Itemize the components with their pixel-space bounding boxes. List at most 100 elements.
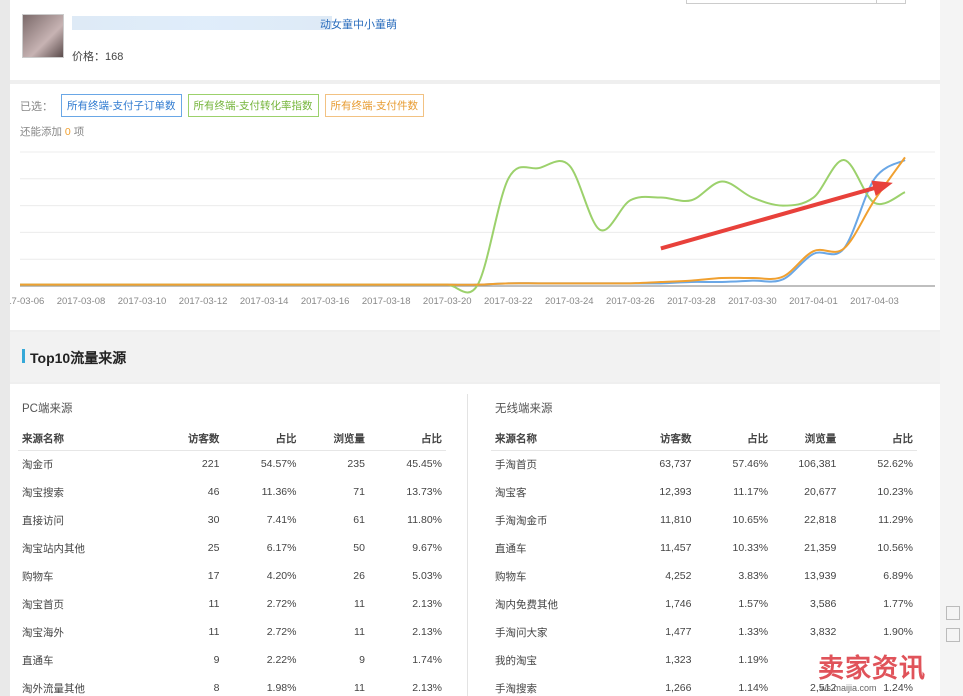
- table-cell: 直接访问: [22, 514, 64, 527]
- table-cell: 1.57%: [738, 598, 769, 610]
- selected-label: 已选：: [20, 100, 53, 113]
- table-cell: 4.20%: [266, 570, 297, 582]
- metric-tag-conversion[interactable]: 所有终端-支付转化率指数: [187, 94, 319, 117]
- annotation-arrow-shaft: [660, 184, 880, 251]
- table-cell: 10.56%: [877, 542, 913, 554]
- top-search-input[interactable]: [686, 0, 906, 4]
- mobile-header-2: 占比: [695, 428, 773, 451]
- table-cell: 购物车: [22, 570, 54, 583]
- table-row: 淘宝首页 11 2.72% 11 2.13%: [18, 590, 446, 618]
- product-price: 价格：168: [72, 51, 124, 63]
- selected-metrics: 已选： 所有终端-支付子订单数 所有终端-支付转化率指数 所有终端-支付件数: [20, 94, 424, 117]
- table-cell: 30: [207, 514, 220, 526]
- mobile-header-4: 占比: [840, 428, 917, 451]
- table-cell: 2.13%: [412, 598, 442, 610]
- table-cell: 2.72%: [266, 626, 297, 638]
- square-icon[interactable]: [946, 628, 960, 642]
- table-cell: 4,252: [665, 570, 692, 582]
- product-title-link[interactable]: 动女童中小童萌: [320, 16, 397, 32]
- table-row: 淘宝站内其他 25 6.17% 50 9.67%: [18, 534, 446, 562]
- table-row: 直通车 9 2.22% 9 1.74%: [18, 646, 446, 674]
- pc-header-3: 浏览量: [300, 428, 369, 451]
- grid-icon[interactable]: [946, 606, 960, 620]
- table-cell: 221: [201, 458, 220, 471]
- table-cell: 57.46%: [732, 458, 769, 471]
- watermark-logo: 卖家资讯: [818, 654, 927, 684]
- table-cell: 1,746: [665, 598, 692, 610]
- table-cell: 106,381: [798, 458, 837, 471]
- table-cell: 6.89%: [883, 570, 913, 582]
- product-thumbnail[interactable]: [22, 14, 64, 58]
- x-tick-label: 2017-03-14: [240, 296, 289, 307]
- table-cell: 手淘问大家: [495, 626, 548, 639]
- x-tick-label: 2017-03-24: [545, 296, 594, 307]
- table-cell: 50: [353, 542, 365, 554]
- metric-tag-orders[interactable]: 所有终端-支付子订单数: [61, 94, 182, 117]
- table-cell: 6.17%: [266, 542, 297, 554]
- table-cell: 20,677: [804, 486, 837, 498]
- table-cell: 61: [353, 514, 365, 526]
- table-cell: 11.36%: [261, 486, 297, 498]
- table-cell: 1.90%: [883, 626, 913, 638]
- section-accent: [22, 349, 25, 363]
- annotation-arrow-head: [871, 180, 893, 196]
- x-tick-label: 2017-03-18: [362, 296, 411, 307]
- table-cell: 直通车: [22, 654, 54, 667]
- can-add-suffix: 项: [73, 126, 85, 138]
- table-cell: 1,323: [665, 654, 692, 666]
- table-cell: 10.23%: [877, 486, 913, 498]
- mobile-header-3: 浏览量: [772, 428, 841, 451]
- table-cell: 17: [207, 570, 220, 582]
- table-row: 淘宝客 12,393 11.17% 20,677 10.23%: [491, 478, 917, 506]
- series-line-2: [19, 156, 906, 286]
- table-cell: 购物车: [495, 570, 527, 583]
- table-cell: 11.80%: [407, 514, 442, 526]
- table-cell: 淘宝搜索: [22, 486, 64, 499]
- table-row: 淘内免费其他 1,746 1.57% 3,586 1.77%: [491, 590, 917, 618]
- metric-tag-items[interactable]: 所有终端-支付件数: [324, 94, 424, 117]
- table-cell: 11: [354, 682, 365, 694]
- table-cell: 8: [213, 682, 220, 694]
- x-tick-label: 2017-04-01: [789, 296, 838, 307]
- table-cell: 3,586: [810, 598, 837, 610]
- product-title-blurred: [72, 16, 332, 30]
- table-cell: 71: [353, 486, 365, 498]
- table-cell: 11.29%: [878, 514, 913, 526]
- x-tick-label: 2017-03-26: [606, 296, 655, 307]
- table-cell: 手淘淘金币: [495, 514, 548, 527]
- table-cell: 1.14%: [738, 682, 769, 694]
- table-cell: 11,810: [660, 514, 692, 526]
- table-cell: 10.65%: [732, 514, 769, 526]
- pc-sources-table: 来源名称 访客数 占比 浏览量 占比 淘金币 221 54.57% 235 45.45% 淘宝搜索 4…: [18, 428, 446, 696]
- x-tick-label: 2017-03-10: [118, 296, 167, 307]
- pc-header-0: 来源名称: [18, 428, 164, 451]
- table-cell: 我的淘宝: [495, 654, 537, 667]
- table-row: 手淘淘金币 11,810 10.65% 22,818 11.29%: [491, 506, 917, 534]
- can-add-count: 0: [64, 126, 71, 138]
- can-add-hint: 还能添加 0 项: [20, 124, 84, 139]
- table-cell: 12,393: [659, 486, 692, 498]
- table-cell: 3,832: [810, 626, 837, 638]
- table-cell: 45.45%: [406, 458, 442, 471]
- table-cell: 淘宝站内其他: [22, 542, 85, 555]
- pc-sources-title: PC端来源: [22, 403, 73, 415]
- trend-chart-card: 已选： 所有终端-支付子订单数 所有终端-支付转化率指数 所有终端-支付件数 还…: [10, 84, 940, 330]
- table-row: 手淘问大家 1,477 1.33% 3,832 1.90%: [491, 618, 917, 646]
- x-tick-label: 2017-03-06: [10, 296, 44, 307]
- table-cell: 1.19%: [738, 654, 769, 666]
- right-edge: [940, 0, 963, 696]
- x-tick-label: 2017-03-12: [179, 296, 228, 307]
- x-tick-label: 2017-03-22: [484, 296, 533, 307]
- table-cell: 2.72%: [266, 598, 297, 610]
- table-cell: 25: [207, 542, 220, 554]
- table-cell: 11: [354, 626, 365, 638]
- table-cell: 11: [354, 598, 365, 610]
- table-cell: 21,359: [804, 542, 837, 554]
- traffic-sources-card: PC端来源 来源名称 访客数 占比 浏览量 占比 淘金币 221 54.57% 235 45.45…: [10, 384, 940, 696]
- table-cell: 10.33%: [732, 542, 769, 554]
- x-tick-label: 2017-03-08: [57, 296, 106, 307]
- table-cell: 淘宝首页: [22, 598, 64, 611]
- table-cell: 淘金币: [22, 458, 54, 471]
- table-cell: 11: [208, 626, 220, 638]
- table-cell: 11.17%: [733, 486, 769, 498]
